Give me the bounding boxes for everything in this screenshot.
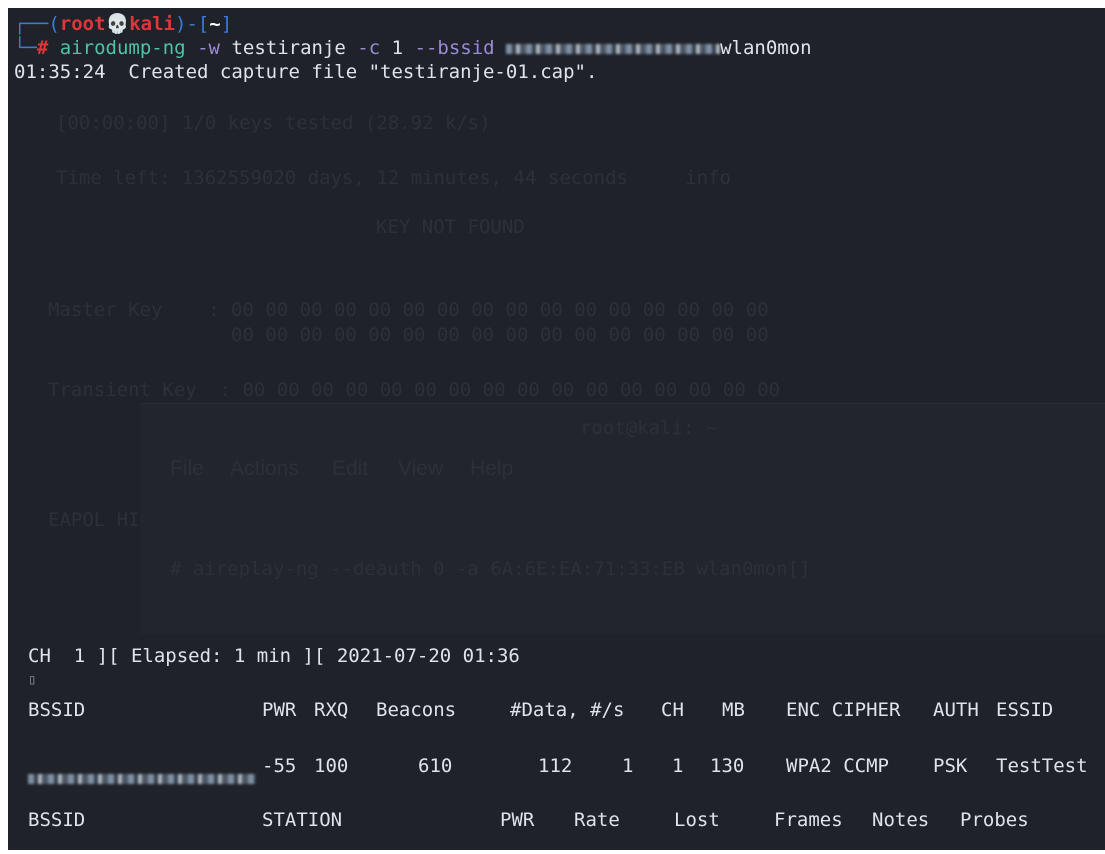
prompt-host: kali <box>129 13 175 35</box>
ghost-time-left: Time left: 1362559020 days, 12 minutes, … <box>56 167 731 189</box>
ghost-master-key-2: 00 00 00 00 00 00 00 00 00 00 00 00 00 0… <box>48 324 769 346</box>
ghost-menu-actions: Actions <box>230 457 299 480</box>
command-line[interactable]: └─# airodump-ng -w testiranje -c 1 --bss… <box>14 36 812 60</box>
prompt-dir: ~ <box>209 13 221 35</box>
ghost-command: # aireplay-ng --deauth 0 -a 6A:6E:EA:71:… <box>170 558 811 580</box>
ap-header-auth: AUTH <box>933 699 979 721</box>
ap-row-per-second: 1 <box>622 755 634 777</box>
ap-header-enc-cipher: ENC CIPHER <box>786 699 901 721</box>
command-arg-w: testiranje <box>231 37 346 59</box>
ap-header-rxq: RXQ <box>314 699 349 721</box>
ap-row-essid: TestTest <box>996 755 1088 777</box>
status-line: CH 1 ][ Elapsed: 1 min ][ 2021-07-20 01:… <box>28 645 520 667</box>
station-header-pwr: PWR <box>500 809 535 831</box>
command-flag-w: -w <box>197 37 220 59</box>
ap-header-essid: ESSID <box>996 699 1054 721</box>
skull-icon: 💀 <box>105 13 130 35</box>
command-flag-c: -c <box>357 37 381 59</box>
station-header-frames: Frames <box>774 809 843 831</box>
station-header-rate: Rate <box>574 809 620 831</box>
ap-row-enc-cipher: WPA2 CCMP <box>786 755 889 777</box>
ghost-menu-edit: Edit <box>332 457 369 480</box>
ap-row-beacons: 610 <box>418 755 453 777</box>
ghost-transient-key: Transient Key : 00 00 00 00 00 00 00 00 … <box>48 379 781 401</box>
ghost-menu-view: View <box>398 457 444 480</box>
cursor-icon: ▯ <box>28 672 37 688</box>
command-program: airodump-ng <box>59 37 186 59</box>
ap-row-rxq: 100 <box>314 755 349 777</box>
prompt-user: root <box>59 13 106 35</box>
ap-row-data: 112 <box>538 755 573 777</box>
redacted-ap-bssid <box>28 774 256 784</box>
redacted-bssid <box>506 43 721 54</box>
ap-header-data: #Data, #/s <box>510 699 625 721</box>
ap-header-ch: CH <box>661 699 684 721</box>
prompt-corner-bottom: └─ <box>14 37 37 59</box>
prompt-corner-top: ┌──( <box>14 13 60 35</box>
ap-header-beacons: Beacons <box>376 699 457 721</box>
ghost-eapol: EAPOL HI <box>48 509 140 531</box>
ap-header-pwr: PWR <box>262 699 297 721</box>
prompt-line-1: ┌──(root💀kali)-[~] <box>14 12 232 36</box>
station-header-lost: Lost <box>674 809 720 831</box>
station-header-station: STATION <box>262 809 343 831</box>
ghost-keys-tested: [00:00:00] 1/0 keys tested (28.92 k/s) <box>56 112 491 134</box>
terminal-window[interactable]: [00:00:00] 1/0 keys tested (28.92 k/s) T… <box>8 8 1105 850</box>
ap-header-bssid: BSSID <box>28 699 86 721</box>
command-interface: wlan0mon <box>720 37 812 59</box>
ghost-window-title: root@kali: ~ <box>580 417 718 439</box>
ghost-terminal-window: root@kali: ~ File Actions Edit View Help… <box>140 403 1105 634</box>
prompt-hash: # <box>36 37 49 59</box>
ap-row-auth: PSK <box>933 755 968 777</box>
ap-header-mb: MB <box>722 699 745 721</box>
ghost-menu-file: File <box>170 457 204 480</box>
ghost-key-not-found: KEY NOT FOUND <box>376 216 525 238</box>
prompt-bracket-end: ] <box>220 13 233 35</box>
created-capture-line: 01:35:24 Created capture file "testiranj… <box>14 61 598 83</box>
ghost-master-key: Master Key : 00 00 00 00 00 00 00 00 00 … <box>48 299 769 321</box>
station-header-bssid: BSSID <box>28 809 86 831</box>
prompt-close: )-[ <box>174 13 210 35</box>
command-arg-c: 1 <box>391 37 404 59</box>
ap-row-mb: 130 <box>710 755 745 777</box>
ghost-menu-help: Help <box>470 457 514 480</box>
ap-row-ch: 1 <box>672 755 684 777</box>
station-header-notes: Notes <box>872 809 930 831</box>
command-flag-bssid: --bssid <box>414 37 495 59</box>
ap-row-pwr: -55 <box>262 755 297 777</box>
station-header-probes: Probes <box>960 809 1029 831</box>
